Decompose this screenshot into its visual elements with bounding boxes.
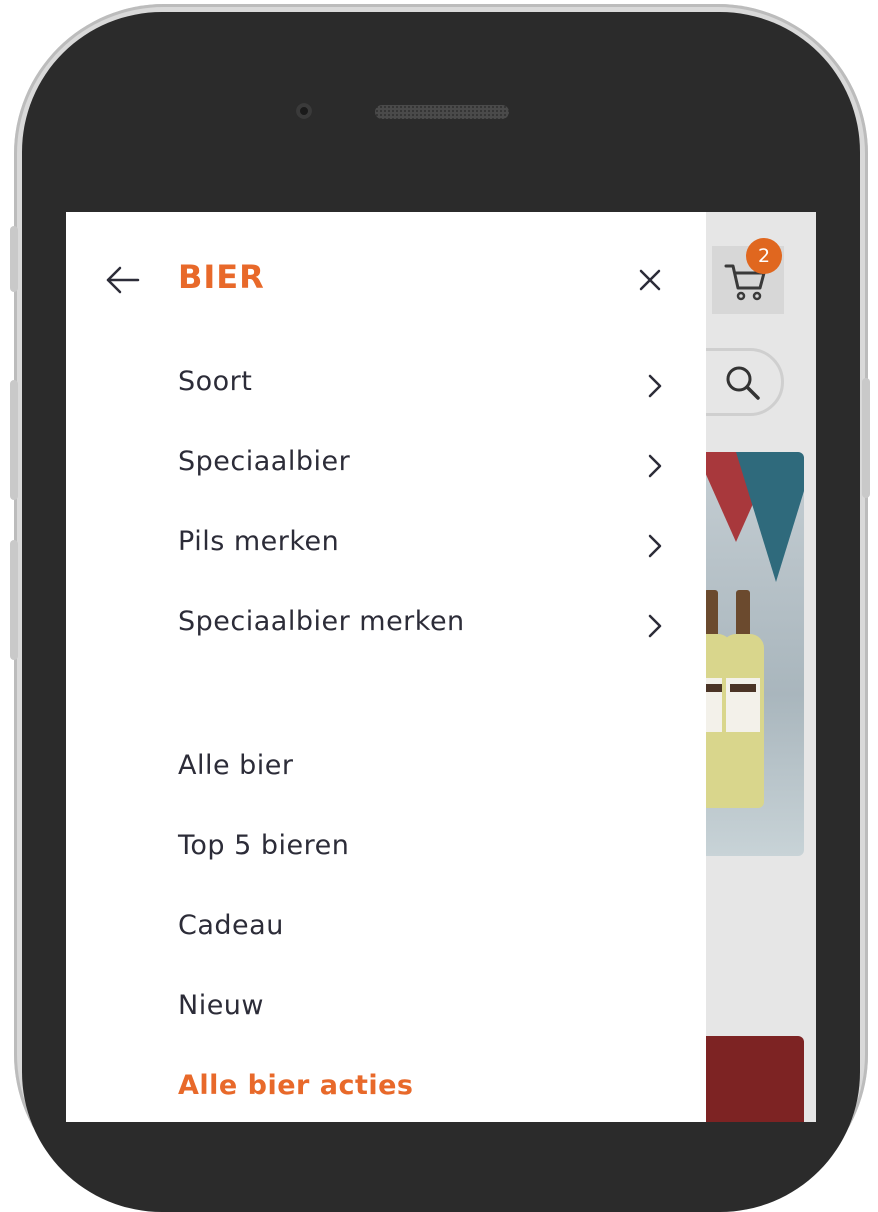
submenu-item-speciaalbier[interactable]: Speciaalbier	[178, 446, 678, 496]
chevron-right-icon	[648, 534, 662, 558]
phone-screen: 2 BIER Soort Speciaalbier Pils merken Sp…	[66, 212, 816, 1122]
submenu-item-label: Speciaalbier merken	[178, 606, 465, 637]
power-button	[862, 378, 870, 498]
volume-up-button	[10, 380, 18, 500]
menu-title: BIER	[178, 258, 265, 296]
chevron-right-icon	[648, 614, 662, 638]
link-label: Alle bier	[178, 750, 294, 781]
link-nieuw[interactable]: Nieuw	[178, 990, 678, 1040]
promo-tile[interactable]	[706, 1036, 804, 1122]
link-top-5-bieren[interactable]: Top 5 bieren	[178, 830, 678, 880]
link-alle-bier-acties[interactable]: Alle bier acties	[178, 1070, 678, 1120]
link-label: Top 5 bieren	[178, 830, 350, 861]
search-icon	[726, 366, 760, 400]
earpiece-speaker	[375, 105, 509, 119]
chevron-right-icon	[648, 374, 662, 398]
arrow-left-icon	[106, 266, 140, 294]
mute-switch	[10, 226, 18, 292]
pennant-blue	[736, 452, 804, 582]
wine-bottle-image	[722, 590, 764, 808]
link-label: Nieuw	[178, 990, 265, 1021]
submenu-item-label: Pils merken	[178, 526, 340, 557]
front-camera	[296, 103, 312, 119]
link-label: Alle bier acties	[178, 1070, 414, 1101]
menu-drawer: BIER Soort Speciaalbier Pils merken Spec…	[66, 212, 706, 1122]
chevron-right-icon	[648, 454, 662, 478]
cart-count-badge: 2	[746, 238, 782, 274]
volume-down-button	[10, 540, 18, 660]
link-label: Cadeau	[178, 910, 284, 941]
submenu-item-label: Speciaalbier	[178, 446, 351, 477]
promo-banner-image[interactable]	[706, 452, 804, 856]
submenu-item-pils-merken[interactable]: Pils merken	[178, 526, 678, 576]
back-button[interactable]	[104, 262, 144, 298]
submenu-item-label: Soort	[178, 366, 253, 397]
link-alle-bier[interactable]: Alle bier	[178, 750, 678, 800]
submenu-item-speciaalbier-merken[interactable]: Speciaalbier merken	[178, 606, 678, 656]
close-button[interactable]	[634, 264, 666, 296]
submenu-item-soort[interactable]: Soort	[178, 366, 678, 416]
link-cadeau[interactable]: Cadeau	[178, 910, 678, 960]
close-icon	[639, 269, 661, 291]
